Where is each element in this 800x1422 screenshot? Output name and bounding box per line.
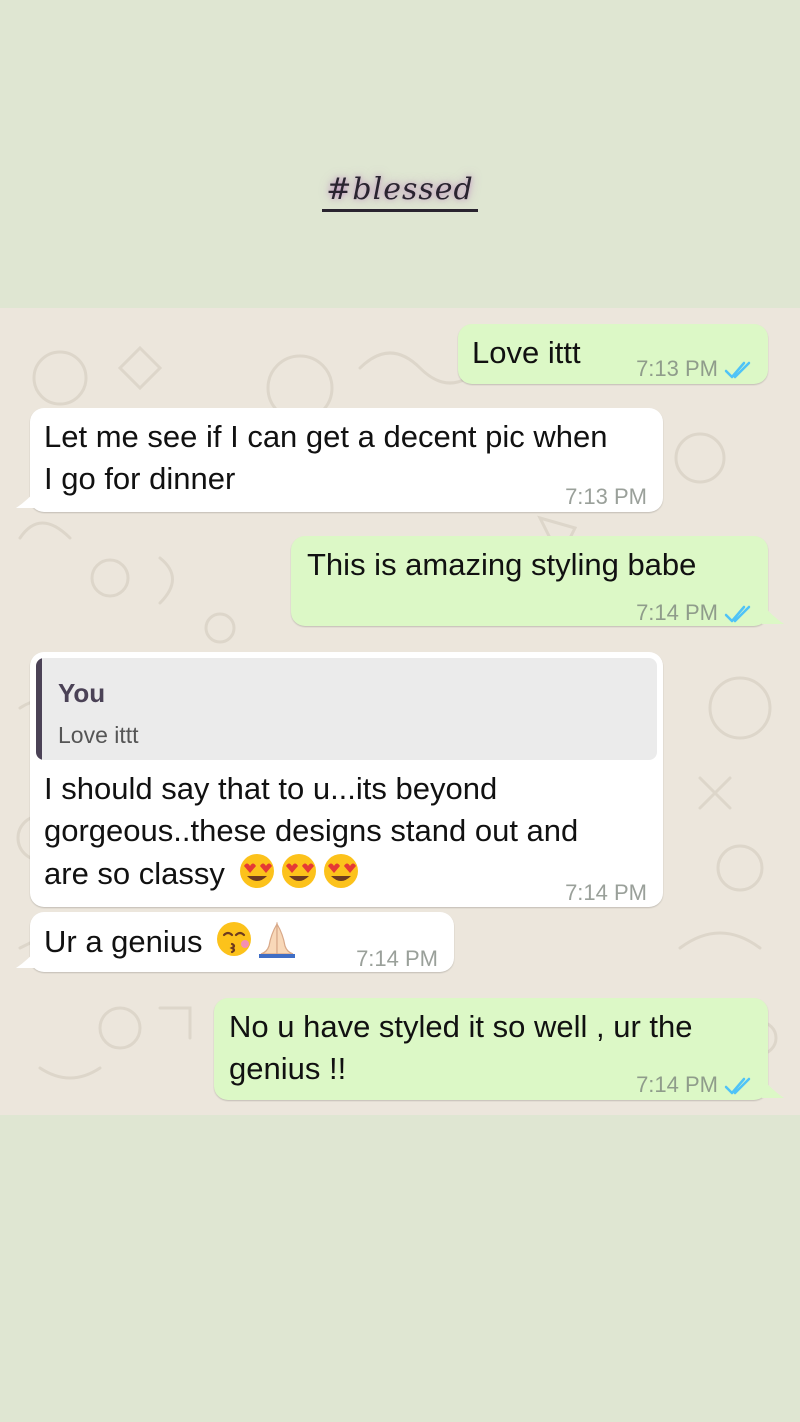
message-text: This is amazing styling babe xyxy=(307,547,697,582)
message-text-line: No u have styled it so well , ur the xyxy=(229,1009,693,1044)
incoming-message[interactable]: Ur a genius 7:14 PM xyxy=(30,912,454,972)
chat-screenshot: Love ittt 7:13 PM Let me see if I can ge… xyxy=(0,308,800,1115)
quoted-author: You xyxy=(58,678,106,708)
heart-eyes-emoji xyxy=(323,854,358,888)
outgoing-message[interactable]: Love ittt 7:13 PM xyxy=(458,324,768,384)
bubble-tail xyxy=(16,948,38,968)
message-timestamp: 7:13 PM xyxy=(636,348,754,390)
story-bottom-background xyxy=(0,1115,800,1422)
message-text: Love ittt xyxy=(472,335,581,370)
quoted-message[interactable]: You Love ittt xyxy=(36,658,657,760)
message-timestamp: 7:14 PM xyxy=(636,592,754,634)
read-ticks-icon xyxy=(724,605,751,623)
message-text-line: genius !! xyxy=(229,1051,347,1086)
message-text-line: Ur a genius xyxy=(44,920,297,963)
kissing-face-emoji xyxy=(217,922,252,956)
message-text-line: Let me see if I can get a decent pic whe… xyxy=(44,419,608,454)
message-timestamp: 7:13 PM xyxy=(565,484,647,509)
read-ticks-icon xyxy=(724,1077,751,1095)
message-timestamp: 7:14 PM xyxy=(636,1064,754,1106)
heart-eyes-emoji xyxy=(239,854,274,888)
message-text-line: gorgeous..these designs stand out and xyxy=(44,813,579,848)
read-ticks-icon xyxy=(724,361,751,379)
message-text-line: are so classy xyxy=(44,852,360,895)
outgoing-message[interactable]: This is amazing styling babe 7:14 PM xyxy=(291,536,768,626)
folded-hands-emoji xyxy=(259,921,296,958)
outgoing-message[interactable]: No u have styled it so well , ur the gen… xyxy=(214,998,768,1100)
bubble-tail xyxy=(16,488,38,508)
heart-eyes-emoji xyxy=(281,854,316,888)
bubble-tail xyxy=(762,1078,784,1098)
message-text-line: I go for dinner xyxy=(44,461,236,496)
incoming-reply-message[interactable]: You Love ittt I should say that to u...i… xyxy=(30,652,663,907)
message-timestamp: 7:14 PM xyxy=(356,946,438,971)
bubble-tail xyxy=(762,604,784,624)
message-timestamp: 7:14 PM xyxy=(565,880,647,905)
story-top-background xyxy=(0,0,800,308)
incoming-message[interactable]: Let me see if I can get a decent pic whe… xyxy=(30,408,663,512)
story-caption: #blessed xyxy=(0,172,800,212)
quoted-text: Love ittt xyxy=(58,722,139,748)
quote-accent-bar xyxy=(36,658,42,760)
message-text-line: I should say that to u...its beyond xyxy=(44,771,498,806)
